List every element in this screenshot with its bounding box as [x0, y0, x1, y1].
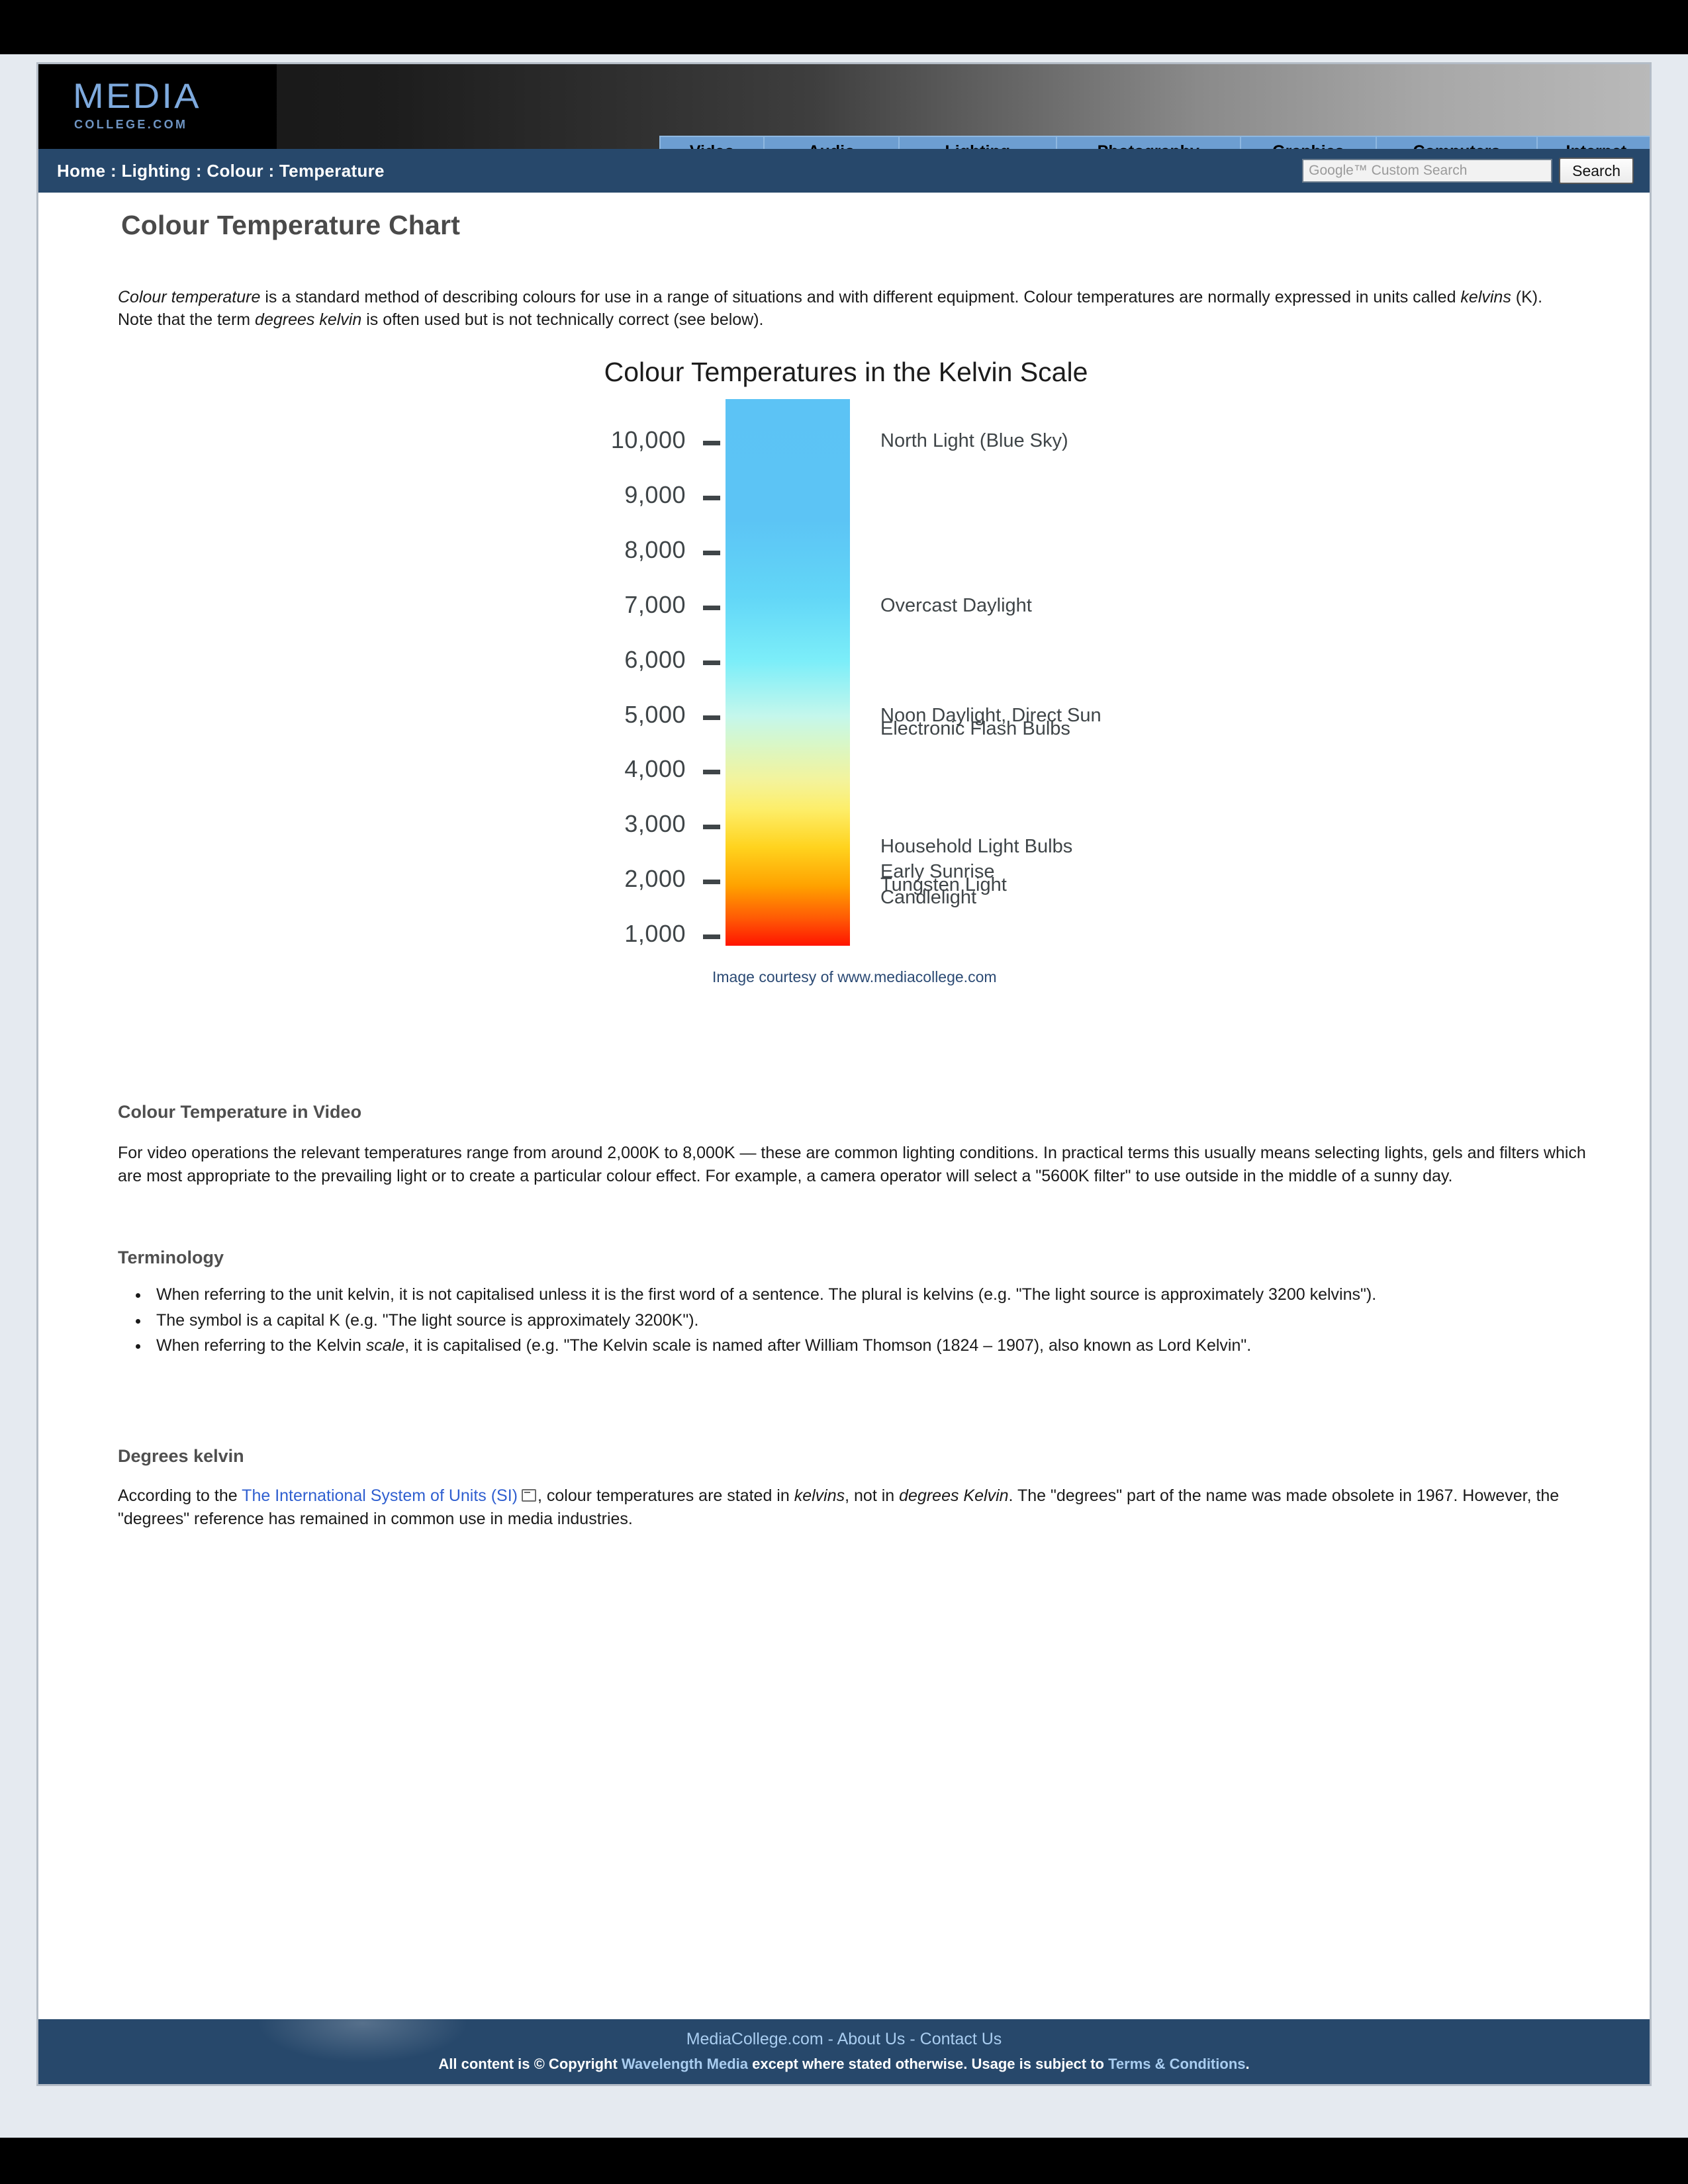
- axis-tick-label-4000: 4,000: [624, 755, 686, 783]
- chart-annotation-4: Household Light Bulbs: [880, 836, 1073, 858]
- breadcrumb[interactable]: Home : Lighting : Colour : Temperature: [57, 161, 385, 181]
- axis-tick-10000: [703, 441, 720, 446]
- axis-tick-6000: [703, 660, 720, 665]
- chart-annotation-7: Candlelight: [880, 886, 977, 908]
- degrees-pre: According to the: [118, 1486, 242, 1505]
- site-masthead: MEDIA COLLEGE.COM Video Audio Lighting P…: [38, 64, 1650, 149]
- axis-tick-2000: [703, 880, 720, 885]
- chart-annotation-3: Electronic Flash Bulbs: [880, 718, 1070, 740]
- list-item: When referring to the unit kelvin, it is…: [150, 1283, 1594, 1306]
- logo-tagline: COLLEGE.COM: [74, 118, 188, 131]
- intro-text-1: is a standard method of describing colou…: [260, 288, 1461, 306]
- axis-tick-label-2000: 2,000: [624, 865, 686, 893]
- terminology-list: When referring to the unit kelvin, it is…: [118, 1283, 1594, 1357]
- intro-paragraph: Colour temperature is a standard method …: [118, 286, 1574, 331]
- bullet3-post: , it is capitalised (e.g. "The Kelvin sc…: [404, 1336, 1252, 1355]
- logo-wordmark: MEDIA: [73, 77, 201, 116]
- body-degrees-kelvin: According to the The International Syste…: [118, 1484, 1594, 1530]
- bullet3-pre: When referring to the Kelvin: [156, 1336, 366, 1355]
- footer-separator-2: -: [905, 2030, 920, 2048]
- external-link-icon: [522, 1489, 537, 1502]
- footer-link-wavelength[interactable]: Wavelength Media: [622, 2056, 748, 2072]
- list-item: When referring to the Kelvin scale, it i…: [150, 1334, 1594, 1357]
- axis-tick-5000: [703, 715, 720, 720]
- axis-tick-label-7000: 7,000: [624, 590, 686, 618]
- intro-term-3: degrees kelvin: [255, 310, 362, 329]
- chart-annotation-0: North Light (Blue Sky): [880, 430, 1068, 452]
- browser-viewport: MEDIA COLLEGE.COM Video Audio Lighting P…: [0, 54, 1688, 2138]
- footer-link-home[interactable]: MediaCollege.com: [686, 2030, 823, 2048]
- axis-tick-label-6000: 6,000: [624, 645, 686, 673]
- nav-item-computers[interactable]: Computers: [1376, 136, 1538, 149]
- body-colour-temperature-in-video: For video operations the relevant temper…: [118, 1144, 1586, 1185]
- body-terminology: When referring to the unit kelvin, it is…: [118, 1283, 1594, 1360]
- copyright-pre: All content is © Copyright: [438, 2056, 622, 2072]
- footer-link-about[interactable]: About Us: [837, 2030, 906, 2048]
- axis-tick-label-3000: 3,000: [624, 810, 686, 838]
- nav-item-video[interactable]: Video: [659, 136, 765, 149]
- bullet3-italic: scale: [365, 1336, 405, 1355]
- footer-links: MediaCollege.com - About Us - Contact Us: [38, 2019, 1650, 2049]
- intro-term-1: Colour temperature: [118, 288, 261, 306]
- page-container: MEDIA COLLEGE.COM Video Audio Lighting P…: [36, 62, 1652, 2086]
- nav-item-audio[interactable]: Audio: [763, 136, 900, 149]
- search-button[interactable]: Search: [1559, 158, 1634, 184]
- axis-tick-label-10000: 10,000: [610, 426, 686, 454]
- search-input[interactable]: [1302, 159, 1553, 183]
- chart-annotation-1: Overcast Daylight: [880, 594, 1032, 616]
- intro-text-3: is often used but is not technically cor…: [361, 310, 764, 329]
- heading-colour-temperature-in-video: Colour Temperature in Video: [118, 1102, 362, 1122]
- nav-row-primary: Video Audio Lighting Photography Graphic…: [659, 136, 1650, 149]
- axis-tick-label-9000: 9,000: [624, 481, 686, 509]
- page-title: Colour Temperature Chart: [121, 210, 461, 240]
- axis-tick-3000: [703, 825, 720, 830]
- search-form: Search: [1302, 158, 1634, 184]
- page-content: Colour Temperature Chart Colour temperat…: [38, 193, 1650, 2019]
- axis-tick-label-8000: 8,000: [624, 535, 686, 563]
- degrees-post-b: , not in: [845, 1486, 900, 1505]
- copyright-mid: except where stated otherwise. Usage is …: [748, 2056, 1109, 2072]
- site-logo[interactable]: MEDIA COLLEGE.COM: [38, 64, 277, 149]
- copyright-end: .: [1245, 2056, 1250, 2072]
- image-credit: Image courtesy of www.mediacollege.com: [712, 968, 997, 985]
- kelvin-scale-figure: Colour Temperatures in the Kelvin Scale …: [38, 332, 1654, 1000]
- si-units-link[interactable]: The International System of Units (SI): [242, 1486, 518, 1505]
- degrees-italic-b: degrees Kelvin: [899, 1486, 1009, 1505]
- chart-title: Colour Temperatures in the Kelvin Scale: [604, 357, 1088, 387]
- axis-tick-9000: [703, 496, 720, 501]
- axis-tick-4000: [703, 770, 720, 775]
- main-navigation: Video Audio Lighting Photography Graphic…: [659, 136, 1650, 149]
- breadcrumb-bar: Home : Lighting : Colour : Temperature S…: [38, 149, 1650, 193]
- heading-degrees-kelvin: Degrees kelvin: [118, 1446, 244, 1466]
- nav-item-graphics[interactable]: Graphics: [1239, 136, 1378, 149]
- footer-copyright: All content is © Copyright Wavelength Me…: [38, 2049, 1650, 2073]
- colour-temperature-gradient-bar: [726, 399, 850, 946]
- axis-tick-label-5000: 5,000: [624, 700, 686, 728]
- axis-tick-8000: [703, 550, 720, 555]
- degrees-post-a: , colour temperatures are stated in: [538, 1486, 794, 1505]
- footer-link-terms[interactable]: Terms & Conditions: [1108, 2056, 1245, 2072]
- list-item: The symbol is a capital K (e.g. "The lig…: [150, 1309, 1594, 1332]
- nav-item-internet[interactable]: Internet: [1536, 136, 1650, 149]
- axis-tick-1000: [703, 934, 720, 939]
- degrees-italic-a: kelvins: [794, 1486, 845, 1505]
- intro-term-2: kelvins: [1460, 288, 1511, 306]
- axis-tick-label-1000: 1,000: [624, 919, 686, 947]
- nav-item-photography[interactable]: Photography: [1055, 136, 1241, 149]
- footer-separator-1: -: [823, 2030, 837, 2048]
- footer-link-contact[interactable]: Contact Us: [920, 2030, 1002, 2048]
- heading-terminology: Terminology: [118, 1248, 224, 1267]
- nav-item-lighting[interactable]: Lighting: [898, 136, 1057, 149]
- site-footer: MediaCollege.com - About Us - Contact Us…: [38, 2019, 1650, 2084]
- axis-tick-7000: [703, 605, 720, 610]
